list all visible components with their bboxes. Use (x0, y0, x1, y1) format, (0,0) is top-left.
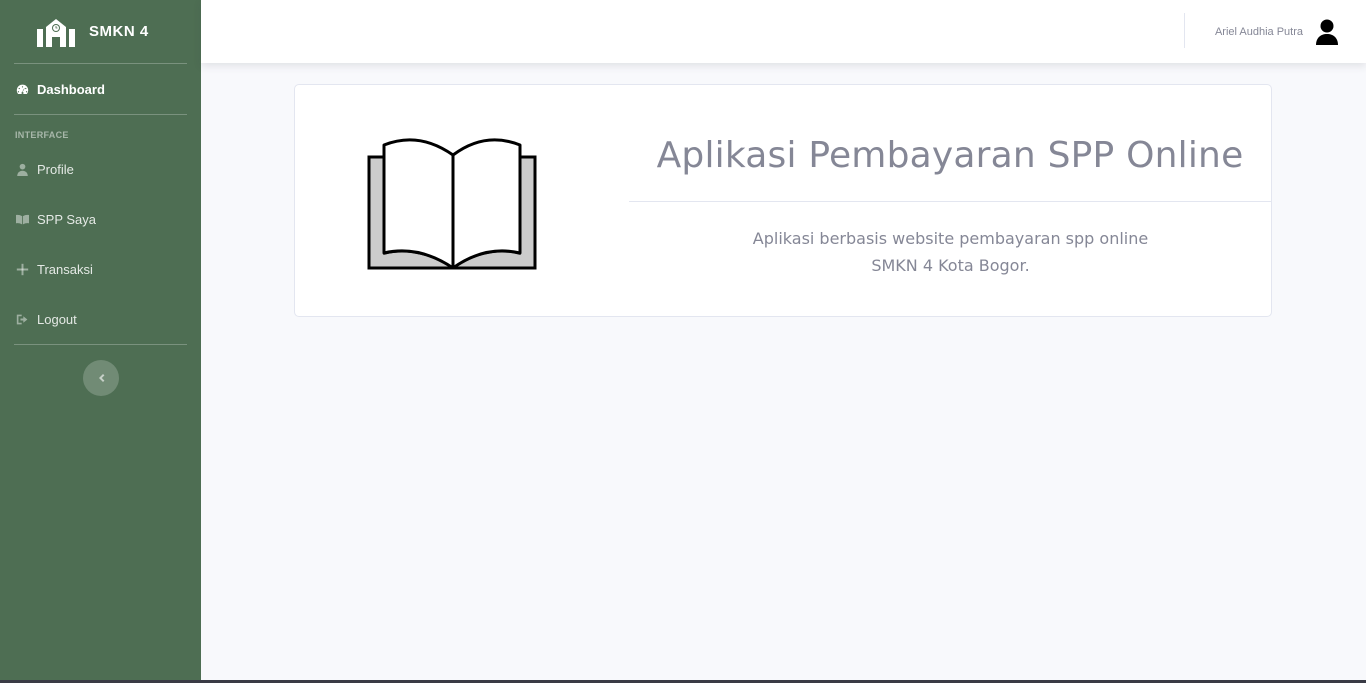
sidebar-item-profile[interactable]: Profile (0, 144, 201, 194)
sidebar-item-label: Logout (37, 311, 77, 327)
school-icon (37, 18, 75, 47)
description-line: SMKN 4 Kota Bogor. (871, 256, 1030, 275)
sidebar-toggle-wrap (0, 345, 201, 396)
topbar: Ariel Audhia Putra (201, 0, 1366, 63)
sidebar-item-logout[interactable]: Logout (0, 294, 201, 344)
sign-out-icon (15, 312, 29, 326)
card-divider (629, 201, 1272, 202)
sidebar-item-dashboard[interactable]: Dashboard (0, 64, 201, 114)
sidebar-item-label: Dashboard (37, 81, 105, 97)
tachometer-icon (15, 82, 29, 96)
plus-icon (15, 262, 29, 276)
open-book-icon (367, 138, 537, 270)
user-avatar-icon (1316, 19, 1338, 45)
sidebar: SMKN 4 Dashboard INTERFACE Profile SPP S… (0, 0, 201, 683)
sidebar-heading: INTERFACE (15, 130, 69, 140)
page-title: Aplikasi Pembayaran SPP Online (656, 135, 1244, 176)
sidebar-item-label: Transaksi (37, 261, 93, 277)
description-line: Aplikasi berbasis website pembayaran spp… (752, 229, 1149, 248)
user-name: Ariel Audhia Putra (1214, 26, 1303, 38)
book-icon (15, 212, 29, 226)
sidebar-item-label: SPP Saya (37, 211, 97, 227)
brand-name: SMKN 4 (89, 23, 149, 40)
chevron-left-icon (98, 374, 104, 382)
sidebar-item-transaksi[interactable]: Transaksi (0, 244, 201, 294)
topbar-divider (1184, 13, 1185, 48)
welcome-card: Aplikasi Pembayaran SPP Online Aplikasi … (294, 84, 1272, 317)
page-description: Aplikasi berbasis website pembayaran spp… (629, 225, 1272, 279)
user-menu[interactable]: Ariel Audhia Putra (1215, 19, 1339, 45)
sidebar-item-label: Profile (37, 161, 74, 177)
sidebar-brand[interactable]: SMKN 4 (0, 0, 201, 63)
sidebar-toggle-button[interactable] (82, 360, 119, 396)
sidebar-item-spp-saya[interactable]: SPP Saya (0, 194, 201, 244)
user-icon (15, 162, 29, 176)
